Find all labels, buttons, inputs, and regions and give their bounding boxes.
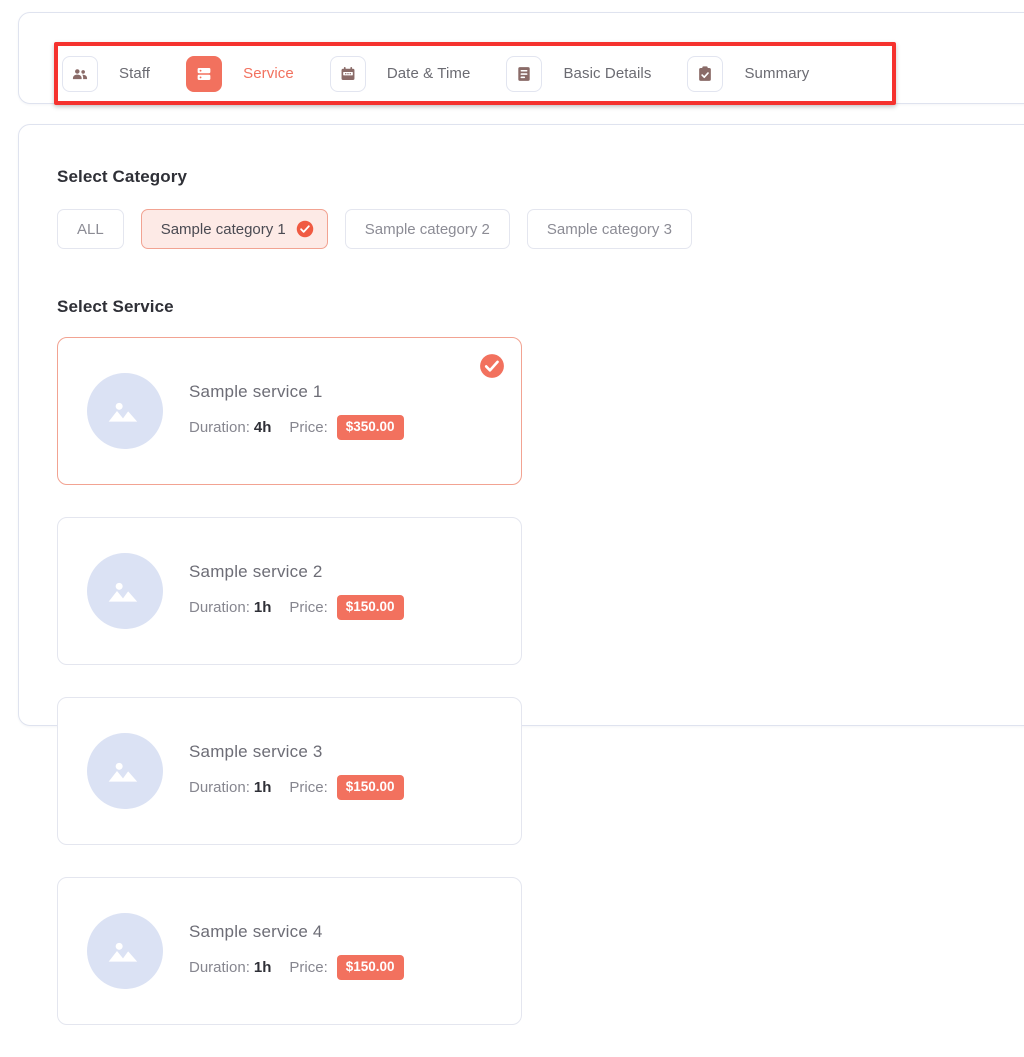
image-placeholder-icon bbox=[87, 373, 163, 449]
price-label: Price: bbox=[289, 959, 328, 976]
selected-check-icon bbox=[479, 353, 505, 379]
steps-focus-highlight bbox=[54, 42, 896, 105]
select-category-title: Select Category bbox=[57, 167, 187, 186]
service-info: Sample service 4 Duration: 1h Price: $15… bbox=[189, 922, 404, 980]
category-chip-label: Sample category 1 bbox=[160, 220, 286, 238]
duration-value: 1h bbox=[253, 959, 272, 976]
duration-value: 1h bbox=[253, 779, 272, 796]
service-info: Sample service 2 Duration: 1h Price: $15… bbox=[189, 562, 404, 620]
service-card-sample-service-2[interactable]: Sample service 2 Duration: 1h Price: $15… bbox=[57, 517, 522, 665]
price-badge: $350.00 bbox=[336, 415, 404, 440]
service-info: Sample service 3 Duration: 1h Price: $15… bbox=[189, 742, 404, 800]
service-name: Sample service 2 bbox=[189, 562, 323, 582]
service-name: Sample service 4 bbox=[189, 922, 323, 942]
category-chip-all[interactable]: ALL bbox=[57, 209, 124, 249]
service-meta: Duration: 1h Price: $150.00 bbox=[189, 955, 404, 980]
category-chip-label: ALL bbox=[77, 220, 104, 238]
duration-label: Duration: bbox=[189, 959, 250, 976]
service-card-grid: Sample service 1 Duration: 4h Price: $35… bbox=[57, 337, 1024, 1057]
check-circle-icon bbox=[296, 220, 314, 238]
price-label: Price: bbox=[289, 419, 328, 436]
price-badge: $150.00 bbox=[336, 955, 404, 980]
service-name: Sample service 1 bbox=[189, 382, 323, 402]
category-chip-sample-category-1[interactable]: Sample category 1 bbox=[140, 209, 328, 249]
select-service-title: Select Service bbox=[57, 297, 174, 316]
price-badge: $150.00 bbox=[336, 775, 404, 800]
category-chip-label: Sample category 3 bbox=[546, 220, 672, 238]
steps-card: Staff Service Date & Time Basic Details … bbox=[18, 12, 1024, 105]
image-placeholder-icon bbox=[87, 733, 163, 809]
category-chip-label: Sample category 2 bbox=[364, 220, 490, 238]
price-badge: $150.00 bbox=[336, 595, 404, 620]
price-label: Price: bbox=[289, 779, 328, 796]
duration-value: 4h bbox=[253, 419, 272, 436]
image-placeholder-icon bbox=[87, 913, 163, 989]
service-card-sample-service-3[interactable]: Sample service 3 Duration: 1h Price: $15… bbox=[57, 697, 522, 845]
duration-label: Duration: bbox=[189, 779, 250, 796]
category-chip-list: ALL Sample category 1 Sample category 2 … bbox=[57, 209, 709, 249]
duration-value: 1h bbox=[253, 599, 272, 616]
duration-label: Duration: bbox=[189, 419, 250, 436]
category-chip-sample-category-3[interactable]: Sample category 3 bbox=[526, 209, 692, 249]
duration-label: Duration: bbox=[189, 599, 250, 616]
service-name: Sample service 3 bbox=[189, 742, 323, 762]
image-placeholder-icon bbox=[87, 553, 163, 629]
price-label: Price: bbox=[289, 599, 328, 616]
service-card-sample-service-4[interactable]: Sample service 4 Duration: 1h Price: $15… bbox=[57, 877, 522, 1025]
service-meta: Duration: 1h Price: $150.00 bbox=[189, 595, 404, 620]
service-meta: Duration: 4h Price: $350.00 bbox=[189, 415, 404, 440]
service-selection-panel: Select Category ALL Sample category 1 Sa… bbox=[18, 124, 1024, 1025]
service-meta: Duration: 1h Price: $150.00 bbox=[189, 775, 404, 800]
category-chip-sample-category-2[interactable]: Sample category 2 bbox=[344, 209, 510, 249]
service-card-sample-service-1[interactable]: Sample service 1 Duration: 4h Price: $35… bbox=[57, 337, 522, 485]
service-info: Sample service 1 Duration: 4h Price: $35… bbox=[189, 382, 404, 440]
